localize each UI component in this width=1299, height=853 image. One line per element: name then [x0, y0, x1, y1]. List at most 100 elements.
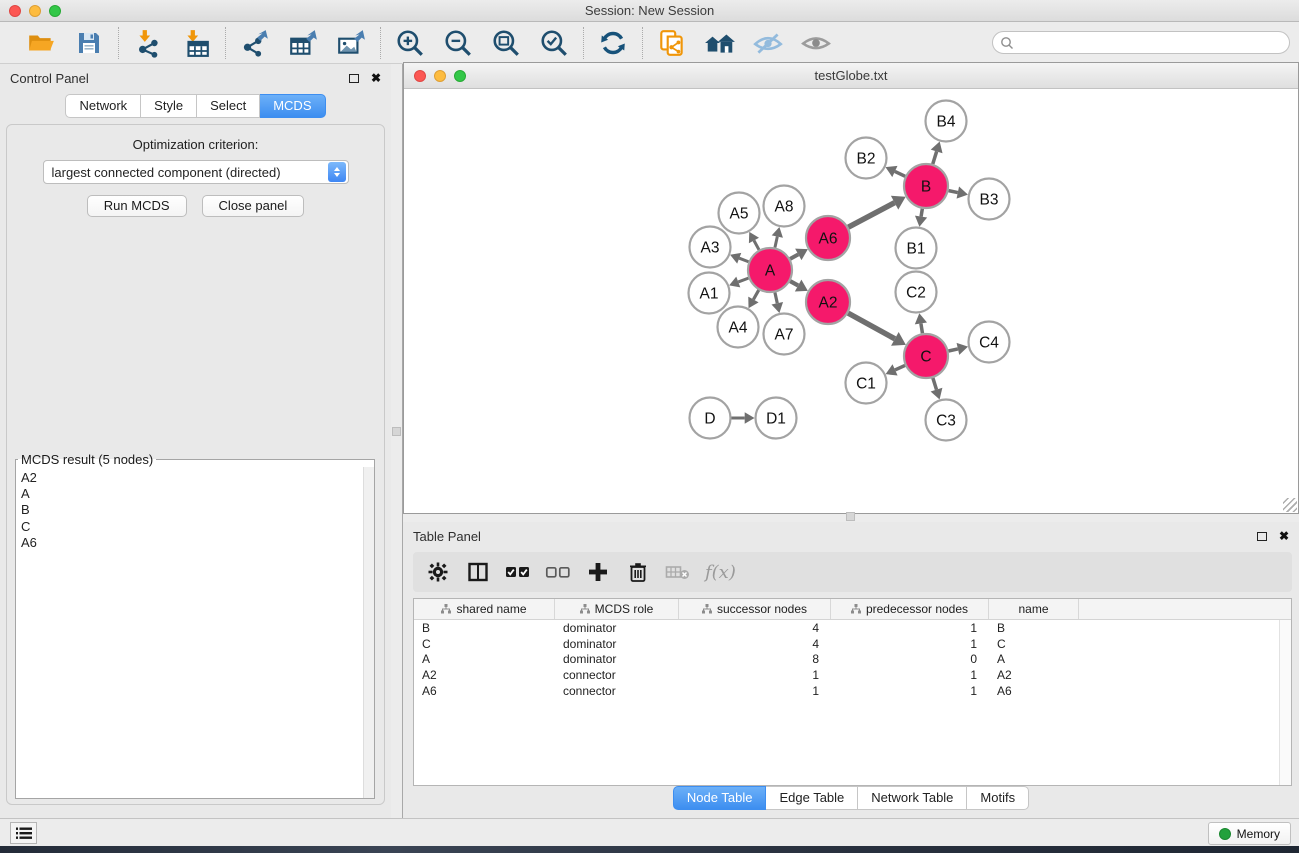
tab-network[interactable]: Network	[65, 94, 141, 118]
table-row[interactable]: A2connector11A2	[414, 667, 1291, 683]
column-header-MCDS-role[interactable]: MCDS role	[555, 599, 679, 619]
edge-A-A3[interactable]	[739, 258, 748, 262]
close-table-panel-icon[interactable]: ✖	[1279, 529, 1289, 543]
graph-node-C[interactable]: C	[904, 334, 948, 378]
edge-B-B2[interactable]	[895, 171, 905, 176]
table-cell[interactable]: dominator	[555, 620, 679, 636]
tab-edge-table[interactable]: Edge Table	[766, 786, 858, 810]
tab-select[interactable]: Select	[197, 94, 260, 118]
add-column-button[interactable]	[585, 559, 611, 585]
table-cell[interactable]: C	[989, 636, 1079, 652]
show-columns-button[interactable]	[465, 559, 491, 585]
function-builder-button[interactable]: f(x)	[705, 559, 736, 585]
edge-C-C3[interactable]	[933, 378, 937, 390]
graph-node-B[interactable]: B	[904, 164, 948, 208]
table-cell[interactable]: 8	[679, 651, 831, 667]
minimize-network-window-button[interactable]	[434, 70, 446, 82]
tab-network-table[interactable]: Network Table	[858, 786, 967, 810]
graph-node-D[interactable]: D	[690, 398, 731, 439]
table-cell[interactable]: 1	[831, 683, 989, 699]
table-options-button[interactable]	[425, 559, 451, 585]
export-network-button[interactable]	[239, 27, 271, 59]
edge-B-B4[interactable]	[933, 151, 937, 164]
delete-column-button[interactable]	[625, 559, 651, 585]
tab-node-table[interactable]: Node Table	[673, 786, 767, 810]
edge-A-A2[interactable]	[790, 281, 798, 285]
edge-C-C2[interactable]	[921, 323, 923, 333]
edge-A-A1[interactable]	[738, 278, 748, 282]
select-all-button[interactable]	[505, 559, 531, 585]
edge-A-A4[interactable]	[753, 290, 758, 299]
save-session-button[interactable]	[73, 27, 105, 59]
graph-node-C1[interactable]: C1	[846, 363, 887, 404]
tab-motifs[interactable]: Motifs	[967, 786, 1029, 810]
close-panel-button[interactable]: Close panel	[202, 195, 305, 217]
delete-table-button[interactable]	[665, 559, 691, 585]
edge-B-B3[interactable]	[949, 191, 958, 193]
table-cell[interactable]: connector	[555, 683, 679, 699]
zoom-fit-button[interactable]	[490, 27, 522, 59]
column-header-name[interactable]: name	[989, 599, 1079, 619]
network-canvas[interactable]: B4B2BB3B1A5A8A6A3AA1A2C2A4A7C4CC1C3DD1	[404, 89, 1298, 513]
table-cell[interactable]: B	[414, 620, 555, 636]
table-cell[interactable]: A6	[989, 683, 1079, 699]
splitter-grip[interactable]	[392, 427, 401, 436]
table-cell[interactable]: 0	[831, 651, 989, 667]
graph-node-B3[interactable]: B3	[969, 179, 1010, 220]
graph-node-C3[interactable]: C3	[926, 400, 967, 441]
table-cell[interactable]: A	[414, 651, 555, 667]
graph-node-C4[interactable]: C4	[969, 322, 1010, 363]
close-network-window-button[interactable]	[414, 70, 426, 82]
table-cell[interactable]: 1	[679, 667, 831, 683]
run-mcds-button[interactable]: Run MCDS	[87, 195, 187, 217]
float-panel-icon[interactable]	[349, 74, 359, 83]
network-graph[interactable]: B4B2BB3B1A5A8A6A3AA1A2C2A4A7C4CC1C3DD1	[404, 89, 1298, 513]
hide-selected-button[interactable]	[752, 27, 784, 59]
unselect-all-button[interactable]	[545, 559, 571, 585]
window-resize-grip[interactable]	[1283, 498, 1297, 512]
memory-button[interactable]: Memory	[1208, 822, 1291, 845]
edge-A-A6[interactable]	[790, 254, 798, 259]
table-scrollbar[interactable]	[1279, 620, 1291, 785]
edge-B-B1[interactable]	[921, 209, 922, 217]
mcds-result-item[interactable]: C	[21, 519, 363, 535]
minimize-window-button[interactable]	[29, 5, 41, 17]
graph-node-C2[interactable]: C2	[896, 272, 937, 313]
graph-node-A3[interactable]: A3	[690, 227, 731, 268]
column-header-predecessor-nodes[interactable]: predecessor nodes	[831, 599, 989, 619]
table-cell[interactable]: A6	[414, 683, 555, 699]
table-cell[interactable]: A2	[414, 667, 555, 683]
zoom-selected-button[interactable]	[538, 27, 570, 59]
new-network-from-selection-button[interactable]	[656, 27, 688, 59]
edge-A2-C[interactable]	[848, 313, 895, 339]
zoom-out-button[interactable]	[442, 27, 474, 59]
table-cell[interactable]: 1	[831, 667, 989, 683]
graph-node-A6[interactable]: A6	[806, 216, 850, 260]
table-row[interactable]: Adominator80A	[414, 651, 1291, 667]
open-session-button[interactable]	[25, 27, 57, 59]
vertical-splitter[interactable]	[391, 64, 403, 818]
table-cell[interactable]: dominator	[555, 636, 679, 652]
edge-A6-B[interactable]	[848, 203, 894, 228]
horizontal-splitter[interactable]	[403, 514, 1299, 522]
splitter-grip[interactable]	[846, 512, 855, 521]
graph-node-A5[interactable]: A5	[719, 193, 760, 234]
zoom-network-window-button[interactable]	[454, 70, 466, 82]
graph-node-A8[interactable]: A8	[764, 186, 805, 227]
edge-A-A8[interactable]	[775, 237, 777, 248]
table-cell[interactable]: 4	[679, 620, 831, 636]
table-cell[interactable]: 1	[831, 620, 989, 636]
zoom-window-button[interactable]	[49, 5, 61, 17]
table-cell[interactable]: A2	[989, 667, 1079, 683]
import-network-button[interactable]	[132, 27, 164, 59]
table-cell[interactable]: C	[414, 636, 555, 652]
edge-A-A7[interactable]	[775, 292, 777, 303]
graph-node-D1[interactable]: D1	[756, 398, 797, 439]
table-cell[interactable]: dominator	[555, 651, 679, 667]
table-cell[interactable]: 1	[831, 636, 989, 652]
table-cell[interactable]: 1	[679, 683, 831, 699]
graph-node-B2[interactable]: B2	[846, 138, 887, 179]
table-cell[interactable]: A	[989, 651, 1079, 667]
table-cell[interactable]: connector	[555, 667, 679, 683]
mcds-result-item[interactable]: A6	[21, 535, 363, 551]
